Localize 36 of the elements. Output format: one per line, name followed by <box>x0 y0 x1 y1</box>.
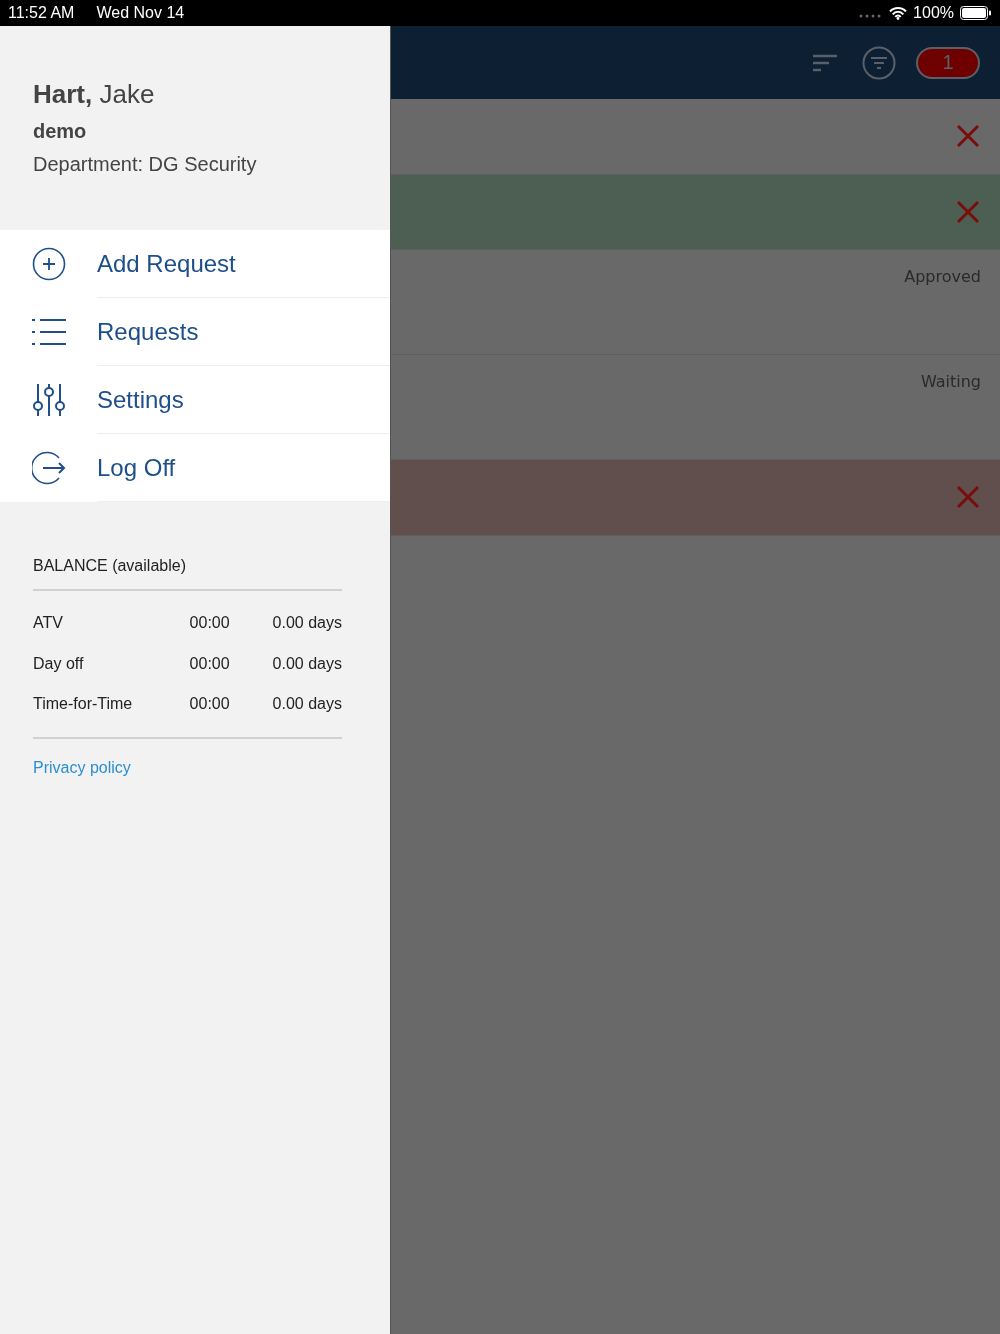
balance-title: BALANCE (available) <box>33 557 342 591</box>
menu-item[interactable]: Log Off <box>97 434 390 502</box>
user-name: Hart, Jake <box>33 79 156 110</box>
balance-hours: 00:00 <box>189 654 231 673</box>
close-icon[interactable] <box>956 485 980 510</box>
status-label: Approved <box>904 267 981 286</box>
account-name: demo <box>33 120 88 143</box>
sort-icon[interactable] <box>812 53 838 72</box>
status-date: Wed Nov 14 <box>96 4 185 22</box>
close-icon[interactable] <box>956 124 980 149</box>
balance-days: 0.00 days <box>272 695 342 714</box>
logout-icon <box>32 451 66 485</box>
battery-icon <box>960 6 992 20</box>
balance-hours: 00:00 <box>189 614 231 633</box>
balance-type: Day off <box>33 654 85 673</box>
signal-icon <box>859 14 882 18</box>
sliders-icon <box>32 384 66 416</box>
request-row[interactable] <box>391 174 1000 250</box>
balance-type: ATV <box>33 614 64 633</box>
close-icon[interactable] <box>956 199 980 224</box>
balance-hours: 00:00 <box>189 695 231 714</box>
department-label: Department: DG Security <box>33 153 258 176</box>
list-icon <box>32 317 66 347</box>
filter-icon[interactable] <box>862 45 896 80</box>
balance-days: 0.00 days <box>272 654 342 673</box>
battery-percentage: 100% <box>913 4 954 22</box>
menu-item[interactable]: Requests <box>97 298 390 366</box>
plus-circle-icon <box>32 247 66 281</box>
balance-type: Time-for-Time <box>33 695 134 714</box>
menu-item[interactable]: Settings <box>97 366 390 434</box>
status-time: 11:52 AM <box>8 4 75 22</box>
status-label: Waiting <box>920 372 981 391</box>
menu-item[interactable]: Add Request <box>97 230 390 298</box>
request-row[interactable] <box>391 460 1000 536</box>
wifi-icon <box>889 6 908 20</box>
balance-days: 0.00 days <box>272 614 342 633</box>
